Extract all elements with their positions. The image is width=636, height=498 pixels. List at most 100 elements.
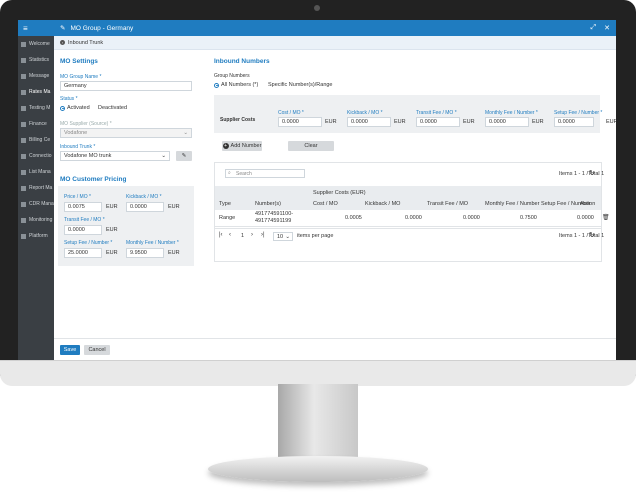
search-icon: ⌕ xyxy=(228,170,231,176)
transit-input[interactable]: 0.0000 xyxy=(416,117,460,127)
rates-icon xyxy=(21,89,26,95)
sidebar-item[interactable]: CDR Mana xyxy=(21,199,54,209)
next-page-icon[interactable]: › xyxy=(251,232,253,238)
supplier-costs-panel: Supplier Costs Cost / MO * 0.0000 EUR Ki… xyxy=(214,95,602,133)
unit-label: EUR xyxy=(168,204,180,210)
status-deactivated-radio[interactable]: Deactivated xyxy=(98,105,127,111)
sidebar-item[interactable]: Platform xyxy=(21,231,48,241)
modal-header: ✎ MO Group - Germany ⤢ ✕ xyxy=(54,20,616,36)
clear-button[interactable]: Clear xyxy=(288,141,334,151)
column-header: Number(s) xyxy=(255,201,281,207)
cell-setup: 0.0000 xyxy=(577,215,594,221)
sidebar: Welcome Statistics Message Rates Ma Test… xyxy=(18,36,56,360)
home-icon xyxy=(21,41,26,47)
cell-transit: 0.0000 xyxy=(463,215,480,221)
modal-title: MO Group - Germany xyxy=(70,24,134,32)
edit-trunk-button[interactable]: ✎ xyxy=(176,151,192,161)
screen: ≡ Welcome Statistics Message Rates Ma Te… xyxy=(18,20,616,360)
unit-label: EUR xyxy=(106,250,118,256)
transit-input[interactable]: 0.0000 xyxy=(64,225,102,235)
cancel-button[interactable]: Cancel xyxy=(84,345,110,355)
prev-page-icon[interactable]: ‹ xyxy=(229,232,231,238)
page-size-select[interactable]: 10 ⌄ xyxy=(273,232,293,241)
first-page-icon[interactable]: |‹ xyxy=(219,232,223,238)
sidebar-item[interactable]: Billing Ce xyxy=(21,135,50,145)
unit-label: EUR xyxy=(394,119,406,125)
monitor-foot xyxy=(208,456,428,482)
cell-type: Range xyxy=(219,215,236,221)
sidebar-item[interactable]: Welcome xyxy=(21,39,50,49)
kickback-input[interactable]: 0.0000 xyxy=(126,202,164,212)
unit-label: EUR xyxy=(606,119,616,125)
monitor-neck xyxy=(278,384,358,462)
price-input[interactable]: 0.0075 xyxy=(64,202,102,212)
setup-input[interactable]: 25.0000 xyxy=(64,248,102,258)
per-page-label: items per page xyxy=(297,233,334,239)
menu-icon[interactable]: ≡ xyxy=(23,24,28,33)
chevron-down-icon: ⌄ xyxy=(183,130,188,136)
unit-label: EUR xyxy=(532,119,544,125)
sidebar-item[interactable]: Report Ma xyxy=(21,183,52,193)
last-page-icon[interactable]: ›| xyxy=(261,232,265,238)
pager: |‹ ‹ 1 › ›| 10 ⌄ items per page Items 1 … xyxy=(215,228,604,244)
refresh-icon[interactable]: ↻ xyxy=(589,169,595,177)
sidebar-item[interactable]: List Mana xyxy=(21,167,51,177)
sidebar-item[interactable]: Connectio xyxy=(21,151,52,161)
trunk-select[interactable]: Vodafone MO trunk ⌄ xyxy=(60,151,170,161)
platform-icon xyxy=(21,233,26,239)
webcam xyxy=(314,5,320,11)
report-icon xyxy=(21,185,26,191)
edit-icon: ✎ xyxy=(60,25,66,32)
column-header: Kickback / MO xyxy=(365,201,401,207)
plus-icon: + xyxy=(222,143,229,149)
group-name-input[interactable]: Germany xyxy=(60,81,192,91)
save-button[interactable]: Save xyxy=(60,345,80,355)
sidebar-item[interactable]: Statistics xyxy=(21,55,49,65)
group-numbers-label: Group Numbers xyxy=(214,73,250,79)
cell-numbers: 491774591100- xyxy=(255,211,294,217)
trunk-label: Inbound Trunk * xyxy=(60,144,96,150)
sidebar-item[interactable]: Testing M xyxy=(21,103,50,113)
cell-numbers: 491774591199 xyxy=(255,218,292,224)
breadcrumb-link[interactable]: Inbound Trunk xyxy=(68,40,103,46)
supplier-select[interactable]: Vodafone ⌄ xyxy=(60,128,192,138)
monthly-input[interactable]: 0.0000 xyxy=(485,117,529,127)
table-row[interactable]: Range 491774591100- 491774591199 0.0005 … xyxy=(215,210,610,227)
status-activated-radio[interactable]: Activated xyxy=(60,105,90,111)
numbers-grid: ⌕ Search Items 1 - 1 /Total 1 ↻ Supplier… xyxy=(214,162,610,262)
specific-numbers-radio[interactable]: Specific Number(s)/Range xyxy=(268,82,333,88)
column-header: Monthly Fee / Number xyxy=(485,201,540,207)
close-icon[interactable]: ✕ xyxy=(604,24,610,32)
add-number-button[interactable]: + Add Number xyxy=(222,141,262,151)
trash-icon[interactable]: 🗑 xyxy=(602,214,610,221)
mo-settings-title: MO Settings xyxy=(60,58,98,65)
unit-label: EUR xyxy=(106,204,118,210)
sidebar-item[interactable]: Rates Ma xyxy=(21,87,50,97)
transit-label: Transit Fee / MO * xyxy=(64,217,105,223)
cell-kickback: 0.0000 xyxy=(405,215,422,221)
setup-input[interactable]: 0.0000 xyxy=(554,117,594,127)
cell-cost: 0.0005 xyxy=(345,215,362,221)
all-numbers-radio[interactable]: All Numbers (*) xyxy=(214,82,258,88)
back-icon[interactable]: ‹ xyxy=(60,40,65,45)
price-label: Price / MO * xyxy=(64,194,91,200)
unit-label: EUR xyxy=(463,119,475,125)
page-number[interactable]: 1 xyxy=(241,233,244,239)
testing-icon xyxy=(21,105,26,111)
monthly-input[interactable]: 9.9500 xyxy=(126,248,164,258)
refresh-icon[interactable]: ↻ xyxy=(589,231,595,239)
supplier-costs-label: Supplier Costs xyxy=(220,117,256,123)
search-input[interactable]: ⌕ Search xyxy=(225,169,305,178)
sidebar-item[interactable]: Message xyxy=(21,71,49,81)
kickback-input[interactable]: 0.0000 xyxy=(347,117,391,127)
customer-pricing-title: MO Customer Pricing xyxy=(60,176,127,183)
unit-label: EUR xyxy=(168,250,180,256)
sidebar-item[interactable]: Finance xyxy=(21,119,47,129)
group-header: Supplier Costs (EUR) xyxy=(313,190,366,196)
mo-group-modal: ✎ MO Group - Germany ⤢ ✕ ‹ Inbound Trunk… xyxy=(54,20,616,360)
list-icon xyxy=(21,169,26,175)
cost-input[interactable]: 0.0000 xyxy=(278,117,322,127)
sidebar-item[interactable]: Monitoring xyxy=(21,215,52,225)
expand-icon[interactable]: ⤢ xyxy=(591,24,597,32)
status-label: Status * xyxy=(60,96,78,102)
